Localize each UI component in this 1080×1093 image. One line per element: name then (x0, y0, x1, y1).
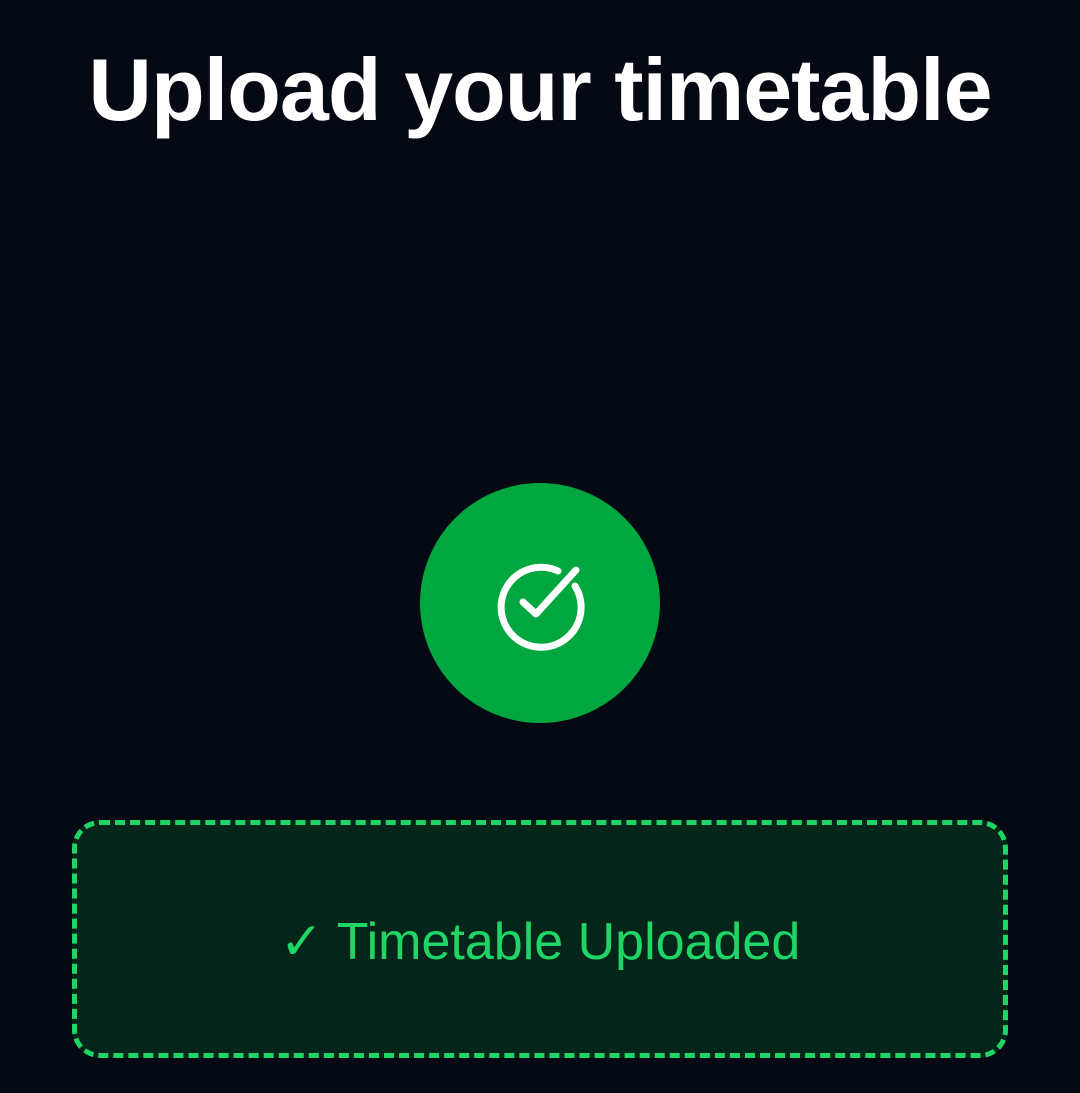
circle-check-icon (497, 563, 585, 651)
timetable-upload-dropzone[interactable]: ✓ Timetable Uploaded (72, 820, 1008, 1058)
upload-success-badge (420, 483, 660, 723)
page-title: Upload your timetable (88, 40, 992, 139)
upload-status-label: ✓ Timetable Uploaded (279, 913, 801, 971)
